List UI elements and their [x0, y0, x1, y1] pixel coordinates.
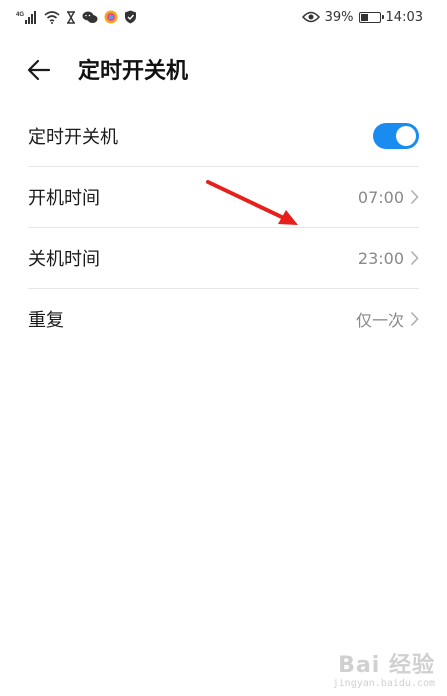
network-label: 4G — [16, 12, 24, 18]
status-bar-right: 39% 14:03 — [301, 7, 423, 27]
power-on-time-value: 07:00 — [357, 187, 404, 207]
chevron-right-icon — [410, 250, 419, 266]
scheduled-power-label: 定时开关机 — [28, 127, 118, 148]
status-time: 14:03 — [385, 9, 423, 25]
shield-icon — [124, 10, 137, 24]
chevron-right-icon — [410, 311, 419, 327]
wifi-icon — [44, 10, 60, 24]
repeat-value: 仅一次 — [355, 311, 404, 330]
back-arrow-icon — [27, 59, 51, 85]
scheduled-power-toggle[interactable] — [373, 123, 419, 149]
power-on-time-label: 开机时间 — [28, 188, 100, 209]
hourglass-icon — [66, 10, 76, 24]
watermark-logo: Bai 经验 — [338, 653, 435, 678]
power-off-time-right: 23:00 — [358, 249, 419, 268]
battery-icon — [358, 11, 384, 23]
status-bar: 4G 39% 14:03 — [0, 0, 447, 34]
watermark-url: jingyan.baidu.com — [332, 678, 435, 689]
power-on-time-right: 07:00 — [358, 188, 419, 207]
annotation-arrow — [206, 180, 298, 225]
repeat-right: 仅一次 — [356, 307, 419, 331]
app-icon — [104, 10, 118, 24]
status-bar-left: 4G — [16, 7, 137, 27]
battery-percent: 39% — [324, 9, 354, 25]
app-header: 定时开关机 — [0, 44, 447, 100]
repeat-label: 重复 — [28, 310, 64, 331]
power-off-time-value: 23:00 — [357, 248, 404, 268]
back-button[interactable] — [22, 56, 56, 88]
power-off-time-row[interactable]: 关机时间 23:00 — [28, 228, 419, 289]
repeat-row[interactable]: 重复 仅一次 — [28, 289, 419, 349]
wechat-icon — [82, 11, 98, 24]
page-title: 定时开关机 — [78, 59, 189, 84]
toggle-knob — [396, 126, 416, 146]
chevron-right-icon — [410, 189, 419, 205]
battery-fill — [360, 13, 368, 21]
signal-icon: 4G — [16, 10, 38, 24]
eye-icon — [301, 11, 320, 23]
scheduled-power-toggle-row[interactable]: 定时开关机 — [28, 106, 419, 167]
watermark: Bai 经验 jingyan.baidu.com — [333, 654, 435, 690]
power-off-time-label: 关机时间 — [28, 249, 100, 270]
